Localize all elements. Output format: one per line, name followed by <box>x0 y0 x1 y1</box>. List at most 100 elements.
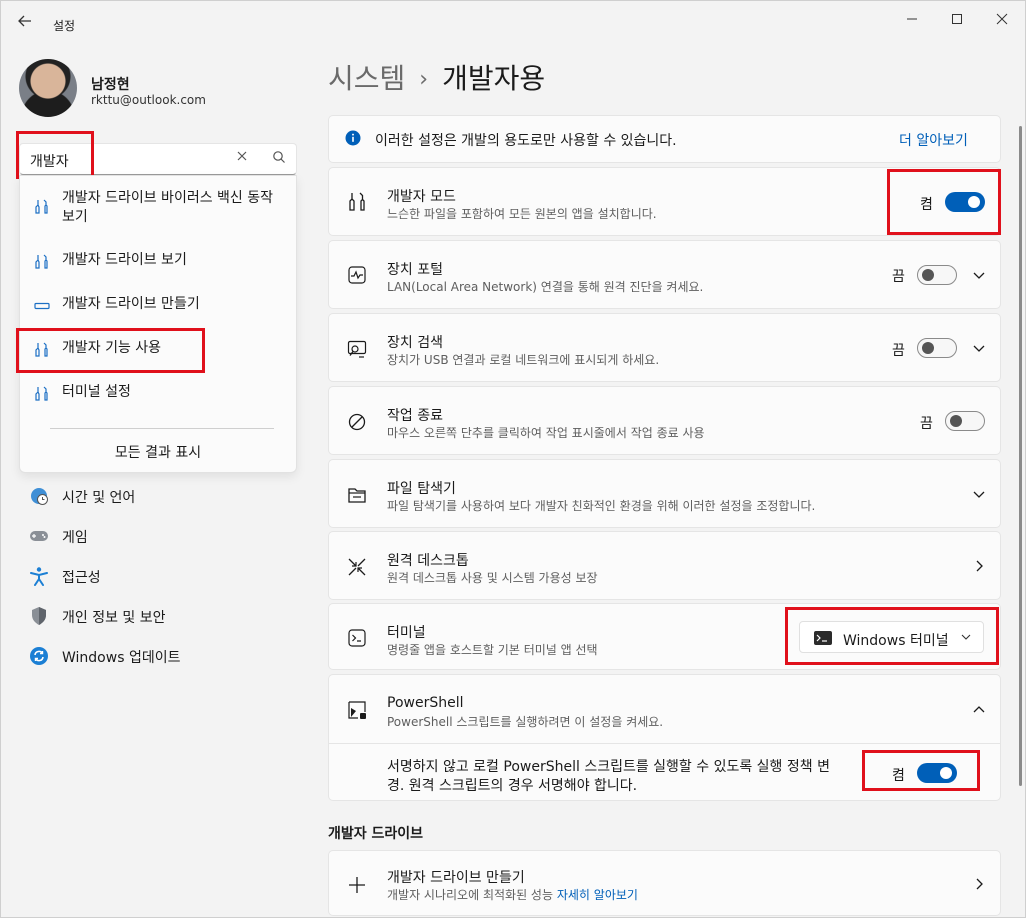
pulse-monitor-icon <box>347 265 367 285</box>
chevron-down-icon[interactable] <box>972 487 986 501</box>
search-result-label: 개발자 드라이브 만들기 <box>62 296 200 312</box>
device-portal-toggle[interactable] <box>917 265 957 285</box>
search-icon[interactable] <box>272 150 288 166</box>
sidebar-item-accessibility[interactable]: 접근성 <box>19 558 297 594</box>
learn-more-link[interactable]: 더 알아보기 <box>899 130 968 150</box>
search-result-item[interactable]: 개발자 드라이브 만들기 <box>20 295 296 319</box>
search-result-label: 개발자 드라이브 보기 <box>62 252 187 268</box>
sidebar-item-time-language[interactable]: 시간 및 언어 <box>19 478 297 514</box>
search-result-label: 터미널 설정 <box>62 384 131 400</box>
search-result-item[interactable]: 개발자 기능 사용 <box>20 339 296 363</box>
back-button[interactable] <box>17 13 37 33</box>
block-icon <box>347 412 367 432</box>
user-name: 남정현 <box>91 77 130 93</box>
search-result-item[interactable]: 터미널 설정 <box>20 383 296 407</box>
shield-icon <box>29 606 49 626</box>
user-email: rkttu@outlook.com <box>91 93 206 107</box>
setting-title: 장치 포털 <box>387 262 443 278</box>
powershell-icon <box>347 700 367 720</box>
setting-description: PowerShell 스크립트를 실행하려면 이 설정을 켜세요. <box>387 715 664 729</box>
chevron-up-icon[interactable] <box>972 703 986 717</box>
setting-title: 장치 검색 <box>387 335 443 351</box>
close-icon <box>237 151 247 161</box>
page-title: 개발자용 <box>442 62 546 95</box>
default-terminal-select[interactable]: Windows 터미널 <box>799 621 984 653</box>
end-task-toggle[interactable] <box>945 411 985 431</box>
select-value: Windows 터미널 <box>843 633 949 649</box>
chevron-right-icon[interactable] <box>972 559 986 573</box>
scrollbar[interactable] <box>1019 126 1022 786</box>
divider <box>50 428 274 429</box>
chevron-down-icon[interactable] <box>972 268 986 282</box>
arrow-left-icon <box>18 15 31 27</box>
setting-terminal: 터미널 명령줄 앱을 호스트할 기본 터미널 앱 선택 Windows 터미널 <box>328 603 1001 670</box>
minimize-button[interactable] <box>897 9 927 29</box>
setting-developer-mode: 개발자 모드 느슨한 파일을 포함하여 모든 원본의 앱을 설치합니다. 켬 <box>328 167 1001 236</box>
sidebar-item-label: 시간 및 언어 <box>62 490 136 506</box>
terminal-icon <box>347 628 367 648</box>
app-title: 설정 <box>53 19 76 33</box>
gamepad-icon <box>29 526 49 546</box>
settings-window: 설정 남정현 rkttu@outlook.com 개발자 개발자 드라이브 바이… <box>0 0 1026 918</box>
info-banner: 이러한 설정은 개발의 용도로만 사용할 수 있습니다. 더 알아보기 <box>328 115 1001 163</box>
remote-desktop-icon <box>347 557 367 577</box>
search-value: 개발자 <box>30 154 69 170</box>
setting-title: 터미널 <box>387 625 426 641</box>
device-discovery-toggle[interactable] <box>917 338 957 358</box>
search-input[interactable]: 개발자 <box>19 143 297 175</box>
setting-create-dev-drive[interactable]: 개발자 드라이브 만들기 개발자 시나리오에 최적화된 성능 자세히 알아보기 <box>328 850 1001 916</box>
powershell-policy-text-line1: 서명하지 않고 로컬 PowerShell 스크립트를 실행할 수 있도록 실행… <box>387 759 830 775</box>
close-button[interactable] <box>987 9 1017 29</box>
search-result-item[interactable]: 개발자 드라이브 보기 <box>20 251 296 275</box>
info-icon <box>345 130 365 150</box>
toggle-state-label: 끔 <box>920 416 933 432</box>
breadcrumb-parent[interactable]: 시스템 <box>328 62 405 95</box>
setting-description: 원격 데스크톱 사용 및 시스템 가용성 보장 <box>387 571 598 585</box>
plus-icon <box>347 875 367 895</box>
sidebar-item-label: 접근성 <box>62 570 101 586</box>
setting-description: 마우스 오른쪽 단추를 클릭하여 작업 표시줄에서 작업 종료 사용 <box>387 426 705 440</box>
search-result-label: 개발자 드라이브 바이러스 백신 동작 보기 <box>62 190 273 225</box>
setting-title: PowerShell <box>387 695 464 711</box>
setting-remote-desktop[interactable]: 원격 데스크톱 원격 데스크톱 사용 및 시스템 가용성 보장 <box>328 531 1001 600</box>
windows-terminal-icon <box>814 631 832 645</box>
developer-tools-icon <box>34 199 50 215</box>
info-text: 이러한 설정은 개발의 용도로만 사용할 수 있습니다. <box>375 133 677 149</box>
developer-tools-icon <box>34 342 50 358</box>
chevron-right-icon[interactable] <box>972 877 986 891</box>
setting-title: 원격 데스크톱 <box>387 553 469 569</box>
chevron-down-icon[interactable] <box>972 341 986 355</box>
setting-file-explorer[interactable]: 파일 탐색기 파일 탐색기를 사용하여 보다 개발자 친화적인 환경을 위해 이… <box>328 459 1001 528</box>
device-search-icon <box>347 339 367 359</box>
chevron-down-icon <box>960 631 972 643</box>
breadcrumb-separator: › <box>419 67 429 92</box>
developer-mode-toggle[interactable] <box>945 192 985 212</box>
toggle-state-label: 켬 <box>920 197 933 213</box>
powershell-policy-text-line2: 경. 원격 스크립트의 경우 서명해야 합니다. <box>387 778 638 794</box>
close-icon <box>996 13 1008 25</box>
setting-description: 느슨한 파일을 포함하여 모든 원본의 앱을 설치합니다. <box>387 207 657 221</box>
sidebar-item-label: 게임 <box>62 530 88 546</box>
maximize-button[interactable] <box>942 9 972 29</box>
clear-search-button[interactable] <box>236 150 248 166</box>
learn-more-link[interactable]: 자세히 알아보기 <box>557 888 638 902</box>
setting-title: 개발자 드라이브 만들기 <box>387 870 525 886</box>
sidebar-item-windows-update[interactable]: Windows 업데이트 <box>19 638 297 674</box>
toggle-state-label: 켬 <box>892 768 905 784</box>
update-icon <box>29 646 49 666</box>
avatar[interactable] <box>19 59 77 117</box>
section-title: 개발자 드라이브 <box>328 826 424 842</box>
sidebar-item-gaming[interactable]: 게임 <box>19 518 297 554</box>
accessibility-icon <box>29 566 49 586</box>
breadcrumb: 시스템 › 개발자용 <box>328 57 545 97</box>
search-result-item[interactable]: 개발자 드라이브 바이러스 백신 동작 보기 <box>20 189 296 231</box>
drive-icon <box>34 298 50 314</box>
developer-tools-icon <box>34 254 50 270</box>
show-all-results-button[interactable]: 모든 결과 표시 <box>20 442 296 462</box>
setting-powershell: PowerShell PowerShell 스크립트를 실행하려면 이 설정을 … <box>328 674 1001 801</box>
sidebar-item-label: 개인 정보 및 보안 <box>62 610 166 626</box>
folder-icon <box>347 485 367 505</box>
search-result-label: 개발자 기능 사용 <box>62 340 162 356</box>
sidebar-item-privacy[interactable]: 개인 정보 및 보안 <box>19 598 297 634</box>
powershell-policy-toggle[interactable] <box>917 763 957 783</box>
